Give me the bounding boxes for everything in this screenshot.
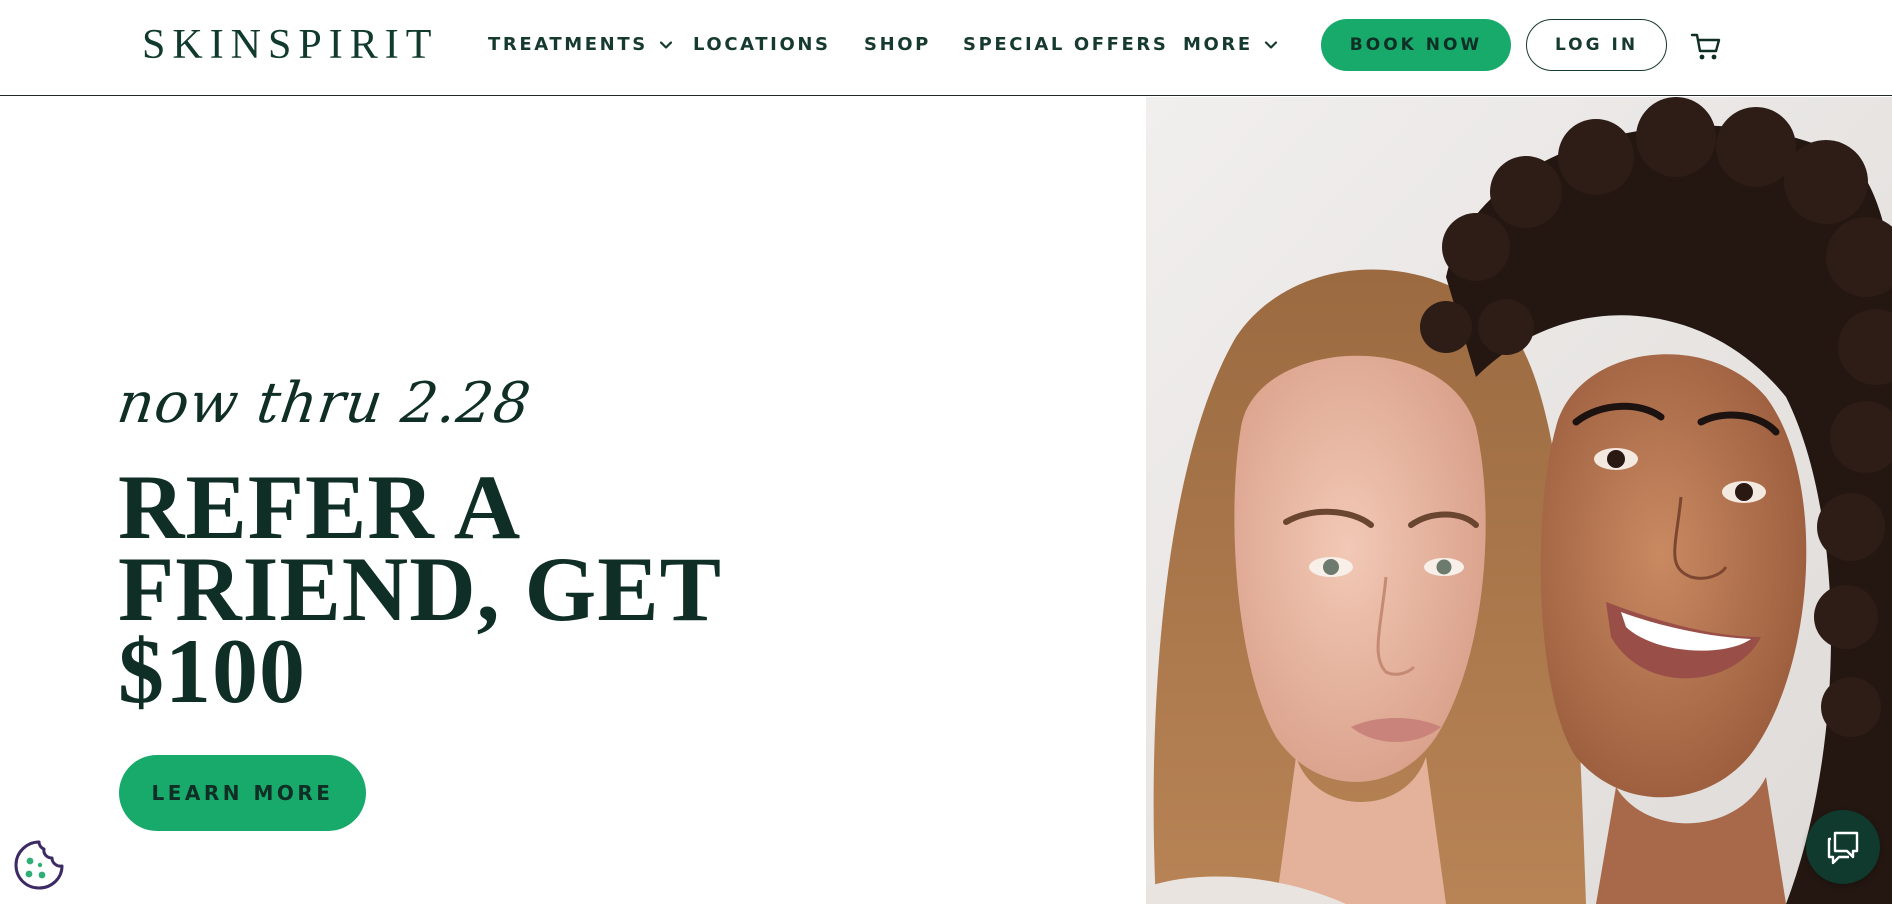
chat-bubbles-icon bbox=[1827, 831, 1859, 865]
shopping-cart-icon[interactable] bbox=[1690, 32, 1722, 62]
two-women-photo bbox=[1146, 97, 1892, 904]
skinspirit-logo[interactable]: SKINSPIRIT bbox=[142, 22, 438, 68]
headline-line-2: FRIEND, GET bbox=[118, 538, 722, 640]
nav-treatments-label: TREATMENTS bbox=[488, 34, 648, 55]
hero-photo bbox=[1146, 97, 1892, 904]
nav-shop[interactable]: SHOP bbox=[864, 33, 931, 57]
nav-treatments[interactable]: TREATMENTS bbox=[488, 33, 674, 57]
chevron-down-icon bbox=[1264, 41, 1277, 49]
nav-more-label: MORE bbox=[1183, 34, 1253, 55]
nav-more[interactable]: MORE bbox=[1183, 33, 1279, 57]
chevron-down-icon bbox=[659, 41, 672, 49]
cookie-icon[interactable] bbox=[13, 839, 65, 891]
learn-more-button[interactable]: LEARN MORE bbox=[119, 755, 366, 831]
nav-special-offers-label: SPECIAL OFFERS bbox=[963, 34, 1169, 55]
headline-line-1: REFER A bbox=[118, 456, 522, 558]
book-now-button[interactable]: BOOK NOW bbox=[1321, 19, 1511, 71]
nav-special-offers[interactable]: SPECIAL OFFERS bbox=[963, 33, 1168, 57]
hero-headline: REFER A FRIEND, GET $100 bbox=[118, 456, 758, 722]
chat-button[interactable] bbox=[1806, 810, 1880, 884]
nav-locations[interactable]: LOCATIONS bbox=[693, 33, 831, 57]
promo-date-script: now thru 2.28 bbox=[113, 371, 536, 436]
log-in-button[interactable]: LOG IN bbox=[1526, 19, 1667, 71]
nav-locations-label: LOCATIONS bbox=[693, 34, 831, 55]
headline-line-3: $100 bbox=[118, 620, 306, 722]
nav-shop-label: SHOP bbox=[864, 34, 931, 55]
site-header: SKINSPIRIT TREATMENTS LOCATIONS SHOP SPE… bbox=[0, 0, 1892, 96]
